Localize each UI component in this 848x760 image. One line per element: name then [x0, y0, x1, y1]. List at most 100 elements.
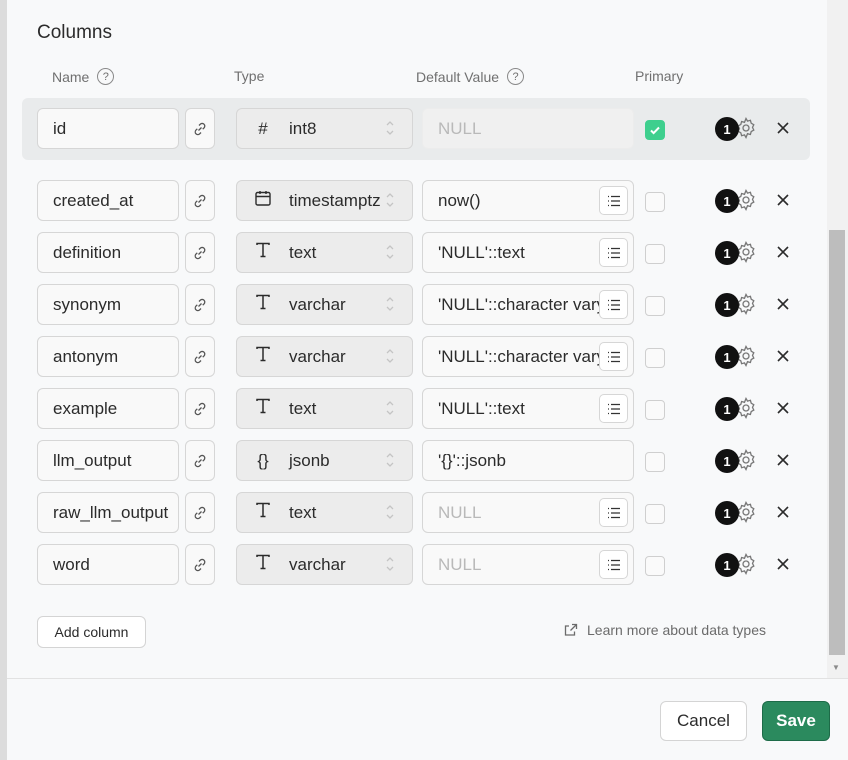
foreign-key-link-button[interactable]	[185, 492, 215, 533]
close-icon[interactable]	[775, 244, 791, 260]
default-value-suggestions-button[interactable]	[599, 394, 628, 423]
column-type-select[interactable]: {} jsonb	[236, 440, 413, 481]
default-value-input[interactable]: '{}'::jsonb	[422, 440, 634, 481]
column-type-select[interactable]: text	[236, 232, 413, 273]
link-icon	[194, 558, 206, 571]
column-name-input[interactable]: antonym	[37, 336, 179, 377]
column-type-select[interactable]: text	[236, 388, 413, 429]
close-icon[interactable]	[775, 400, 791, 416]
close-icon[interactable]	[775, 452, 791, 468]
add-column-button[interactable]: Add column	[37, 616, 146, 648]
close-icon[interactable]	[775, 120, 791, 136]
default-value-text: NULL	[438, 118, 482, 138]
foreign-key-link-button[interactable]	[185, 544, 215, 585]
hash-icon: #	[258, 118, 268, 138]
primary-key-checkbox[interactable]	[645, 120, 665, 140]
column-type-label: text	[289, 242, 317, 262]
scrollbar[interactable]: ▼	[827, 0, 848, 678]
calendar-icon	[251, 189, 275, 212]
column-name-input[interactable]: definition	[37, 232, 179, 273]
chevron-up-down-icon	[386, 453, 394, 467]
primary-key-checkbox[interactable]	[645, 504, 665, 524]
default-value-suggestions-button[interactable]	[599, 342, 628, 371]
default-value-input[interactable]: NULL	[422, 492, 634, 533]
scrollbar-thumb[interactable]	[829, 230, 845, 655]
section-title: Columns	[37, 22, 112, 43]
link-icon	[194, 506, 206, 519]
primary-key-checkbox[interactable]	[645, 400, 665, 420]
foreign-key-link-button[interactable]	[185, 336, 215, 377]
primary-header: Primary	[635, 68, 683, 84]
column-type-select[interactable]: # int8	[236, 108, 413, 149]
column-name-input[interactable]: word	[37, 544, 179, 585]
default-value-input[interactable]: NULL	[422, 544, 634, 585]
link-icon	[194, 402, 206, 415]
link-icon	[194, 350, 206, 363]
scroll-down-arrow-icon[interactable]: ▼	[832, 663, 840, 672]
foreign-key-link-button[interactable]	[185, 232, 215, 273]
help-icon[interactable]: ?	[97, 68, 115, 85]
column-type-select[interactable]: timestamptz	[236, 180, 413, 221]
default-value-suggestions-button[interactable]	[599, 290, 628, 319]
close-icon[interactable]	[775, 556, 791, 572]
column-type-label: text	[289, 398, 317, 418]
default-value-input[interactable]: 'NULL'::text	[422, 232, 634, 273]
column-type-label: jsonb	[289, 450, 330, 470]
primary-key-checkbox[interactable]	[645, 452, 665, 472]
default-value-suggestions-button[interactable]	[599, 498, 628, 527]
list-icon	[607, 559, 620, 570]
column-type-select[interactable]: varchar	[236, 284, 413, 325]
list-icon	[607, 351, 620, 362]
primary-key-checkbox[interactable]	[645, 348, 665, 368]
column-name-input[interactable]: synonym	[37, 284, 179, 325]
default-value-text: '{}'::jsonb	[438, 450, 506, 470]
column-name-input[interactable]: raw_llm_output	[37, 492, 179, 533]
chevron-up-down-icon	[386, 401, 394, 415]
link-icon	[194, 298, 206, 311]
column-type-select[interactable]: text	[236, 492, 413, 533]
learn-more-label: Learn more about data types	[587, 622, 767, 638]
notification-badge: 1	[715, 241, 739, 265]
notification-badge: 1	[715, 117, 739, 141]
primary-key-checkbox[interactable]	[645, 244, 665, 264]
foreign-key-link-button[interactable]	[185, 180, 215, 221]
column-name-input[interactable]: created_at	[37, 180, 179, 221]
primary-key-checkbox[interactable]	[645, 556, 665, 576]
default-value-suggestions-button[interactable]	[599, 238, 628, 267]
close-icon[interactable]	[775, 504, 791, 520]
default-value-input[interactable]: NULL	[422, 108, 634, 149]
primary-key-checkbox[interactable]	[645, 296, 665, 316]
cancel-button[interactable]: Cancel	[660, 701, 747, 741]
close-icon[interactable]	[775, 296, 791, 312]
primary-key-checkbox[interactable]	[645, 192, 665, 212]
foreign-key-link-button[interactable]	[185, 440, 215, 481]
column-name-input[interactable]: llm_output	[37, 440, 179, 481]
help-icon[interactable]: ?	[507, 68, 525, 85]
text-type-icon	[251, 553, 275, 576]
chevron-up-down-icon	[386, 297, 394, 311]
default-value-input[interactable]: 'NULL'::character varying	[422, 284, 634, 325]
default-value-suggestions-button[interactable]	[599, 186, 628, 215]
close-icon[interactable]	[775, 348, 791, 364]
default-value-text: NULL	[438, 502, 482, 522]
default-value-input[interactable]: now()	[422, 180, 634, 221]
notification-badge: 1	[715, 397, 739, 421]
column-type-select[interactable]: varchar	[236, 544, 413, 585]
foreign-key-link-button[interactable]	[185, 108, 215, 149]
default-value-input[interactable]: 'NULL'::character varying	[422, 336, 634, 377]
foreign-key-link-button[interactable]	[185, 284, 215, 325]
foreign-key-link-button[interactable]	[185, 388, 215, 429]
column-name-input[interactable]: id	[37, 108, 179, 149]
text-type-icon	[251, 397, 275, 420]
column-type-select[interactable]: varchar	[236, 336, 413, 377]
list-icon	[607, 507, 620, 518]
close-icon[interactable]	[775, 192, 791, 208]
default-value-text: now()	[438, 190, 481, 210]
learn-more-link[interactable]: Learn more about data types	[564, 622, 766, 638]
default-value-input[interactable]: 'NULL'::text	[422, 388, 634, 429]
notification-badge: 1	[715, 293, 739, 317]
chevron-up-down-icon	[386, 557, 394, 571]
save-button[interactable]: Save	[762, 701, 830, 741]
column-name-input[interactable]: example	[37, 388, 179, 429]
default-value-suggestions-button[interactable]	[599, 550, 628, 579]
